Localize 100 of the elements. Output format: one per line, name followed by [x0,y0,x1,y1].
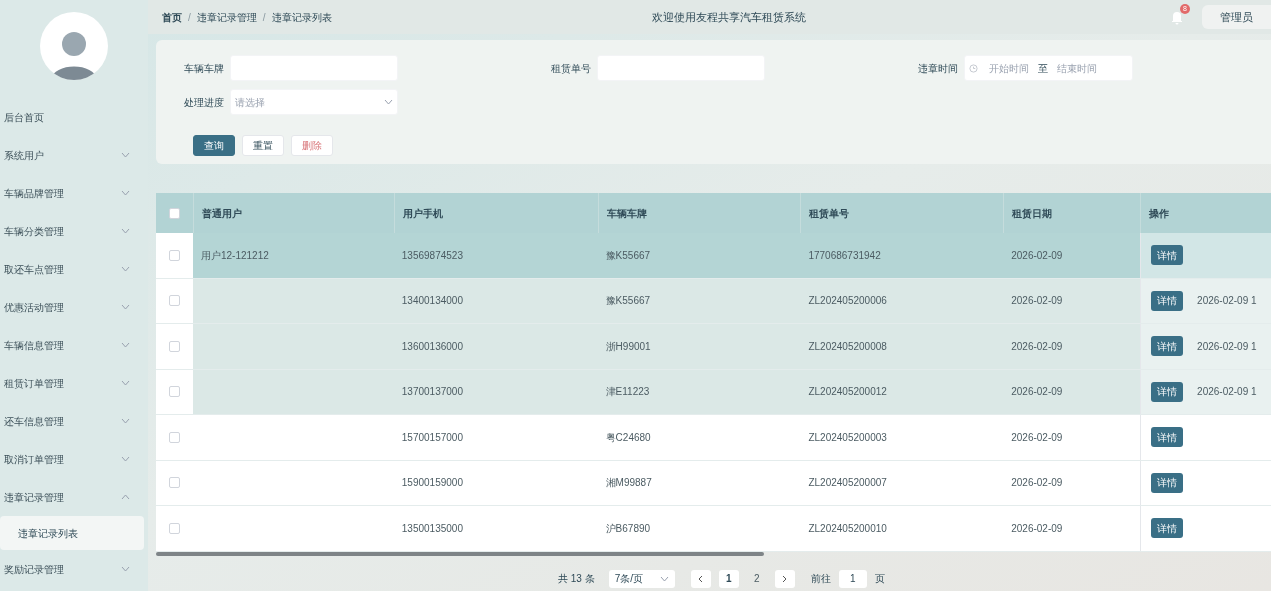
chevron-icon [121,266,130,272]
page-title: 欢迎使用友程共享汽车租赁系统 [652,9,806,25]
next-page-button[interactable] [774,569,795,588]
breadcrumb-link[interactable]: 违章记录列表 [271,9,332,25]
checkbox[interactable] [169,477,180,489]
details-button[interactable]: 详情 [1151,245,1184,266]
table-cell: 浙H99001 [605,340,651,352]
menu-item[interactable]: 车辆品牌管理 [0,174,148,212]
horizontal-scrollbar[interactable] [156,551,764,556]
table-row[interactable]: 13700137000 津E11223 ZL202405200012 2026-02-09 详情 2026-02-09 1 [156,369,1271,415]
field-label: 租赁单号 [551,61,592,76]
table-cell: 2026-02-09 [1011,340,1063,352]
checkbox[interactable] [169,386,180,398]
user-button[interactable]: 管理员 [1202,5,1271,29]
chevron-icon [121,494,130,500]
column-header: 租赁单号 [809,206,850,221]
menu-item[interactable]: 后台首页 [0,98,148,136]
menu-item[interactable]: 系统用户 [0,136,148,174]
table-cell: 豫K55667 [605,295,651,307]
table-cell: 13600136000 [401,340,463,352]
table-row[interactable]: 13600136000 浙H99001 ZL202405200008 2026-02-09 详情 2026-02-09 1 [156,324,1271,370]
chevron-icon [384,99,393,105]
start-time-placeholder: 开始时间 [989,61,1029,76]
menu-item[interactable]: 违章记录管理 [0,478,148,516]
column-header: 普通用户 [201,206,242,221]
table-cell: 沪B67890 [605,522,651,534]
date-range-field[interactable]: 开始时间 至 结束时间 [964,55,1133,81]
chevron-icon [121,456,130,462]
table-cell: 13500135000 [401,522,463,534]
details-button[interactable]: 详情 [1151,290,1184,311]
action-button[interactable]: 重置 [242,135,284,156]
table-cell: ZL202405200003 [808,431,887,443]
table-cell: 豫K55667 [605,249,651,261]
chevron-left-icon [698,574,704,583]
table-cell: 2026-02-09 [1011,386,1063,398]
field-label: 处理进度 [184,95,225,110]
table-row[interactable]: 15900159000 湘M99887 ZL202405200007 2026-02-09 详情 [156,460,1271,506]
chevron-icon [659,575,669,582]
details-button[interactable]: 详情 [1151,336,1184,357]
submenu-item[interactable]: 违章记录列表 [0,516,144,550]
checkbox[interactable] [169,295,180,307]
page-suffix: 页 [874,572,885,586]
table-cell: 13700137000 [401,386,463,398]
field-label: 车辆车牌 [184,61,225,76]
checkbox[interactable] [169,207,180,219]
table-cell: ZL202405200007 [808,477,887,489]
table-row[interactable]: 15700157000 粤C24680 ZL202405200003 2026-02-09 详情 [156,415,1271,461]
checkbox[interactable] [169,431,180,443]
table-cell: 15700157000 [401,431,463,443]
checkbox[interactable] [169,340,180,352]
table-cell: 津E11223 [605,386,650,398]
table-cell: 1770686731942 [808,249,881,261]
menu-item[interactable]: 车辆分类管理 [0,212,148,250]
menu-item[interactable]: 奖励记录管理 [0,550,148,588]
column-header: 用户手机 [402,206,443,221]
checkbox[interactable] [169,249,180,261]
table-row[interactable]: 13500135000 沪B67890 ZL202405200010 2026-02-09 详情 [156,506,1271,552]
page-button[interactable]: 1 [718,569,739,588]
table-cell: ZL202405200010 [808,522,887,534]
breadcrumb-link[interactable]: 违章记录管理 [196,9,257,25]
table-row[interactable]: 13400134000 豫K55667 ZL202405200006 2026-02-09 详情 2026-02-09 1 [156,278,1271,324]
menu-item[interactable]: 还车信息管理 [0,402,148,440]
menu-item[interactable]: 取消订单管理 [0,440,148,478]
checkbox[interactable] [169,522,180,534]
table-row[interactable]: 用户12-121212 13569874523 豫K55667 1770686731942 2026-02-09 详情 [156,233,1271,279]
breadcrumb-link[interactable]: 首页 [162,9,182,25]
details-button[interactable]: 详情 [1151,381,1184,402]
chevron-icon [121,566,130,572]
table-cell: ZL202405200006 [808,295,887,307]
menu-item[interactable]: 取还车点管理 [0,250,148,288]
page-button[interactable]: 2 [746,569,767,588]
chevron-icon [121,304,130,310]
menu-item[interactable]: 租赁订单管理 [0,364,148,402]
bell-icon[interactable] [1170,9,1184,25]
menu-item[interactable]: 车辆信息管理 [0,326,148,364]
action-button[interactable]: 查询 [193,135,235,156]
chevron-icon [121,380,130,386]
breadcrumb-separator: / [188,10,191,25]
chevron-icon [121,152,130,158]
table-cell: 2026-02-09 [1011,431,1063,443]
clock-icon [969,63,978,73]
menu-item[interactable]: 优惠活动管理 [0,288,148,326]
table-cell-text: 2026-02-09 1 [1197,385,1257,400]
table-cell: 2026-02-09 [1011,522,1063,534]
table-cell: 2026-02-09 [1011,249,1063,261]
table-cell: 湘M99887 [605,477,652,489]
table-cell: 2026-02-09 [1011,295,1063,307]
goto-label: 前往 [810,572,831,586]
details-button[interactable]: 详情 [1151,427,1184,448]
chevron-icon [121,228,130,234]
details-button[interactable]: 详情 [1151,472,1184,493]
previous-page-button[interactable] [690,569,711,588]
page-size-select[interactable]: 7条/页 [608,569,675,588]
table-cell: 13400134000 [401,295,463,307]
column-header: 操作 [1149,206,1170,221]
chevron-icon [121,190,130,196]
page-number-input[interactable]: 1 [838,569,867,588]
field-label: 违章时间 [918,61,959,76]
details-button[interactable]: 详情 [1151,518,1184,539]
table-cell-text: 2026-02-09 1 [1197,294,1257,309]
